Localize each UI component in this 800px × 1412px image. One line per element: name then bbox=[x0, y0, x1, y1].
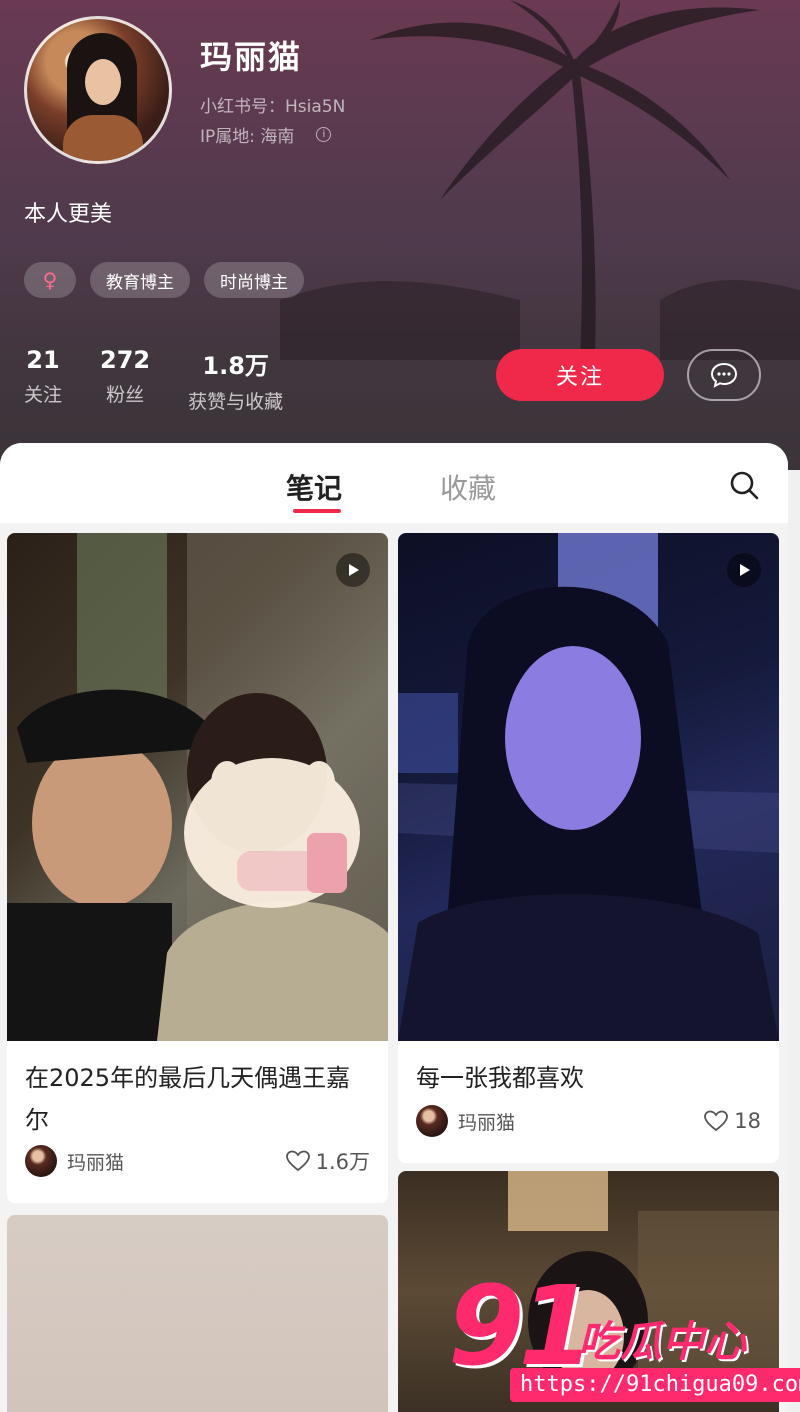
video-play-icon bbox=[727, 553, 761, 587]
note-photo-people bbox=[7, 533, 388, 1041]
ip-location-row: IP属地: 海南 i bbox=[200, 122, 332, 147]
note-card[interactable]: 每一张我都喜欢 玛丽猫 18 bbox=[398, 533, 779, 1163]
like-count: 18 bbox=[734, 1109, 761, 1133]
watermark-text: 吃瓜中心 bbox=[578, 1317, 747, 1366]
tag-education[interactable]: 教育博主 bbox=[90, 262, 190, 298]
note-footer: 玛丽猫 18 bbox=[416, 1105, 761, 1137]
watermark-url: https://91chigua09.com bbox=[510, 1368, 800, 1402]
note-footer: 玛丽猫 1.6万 bbox=[25, 1145, 370, 1177]
like-button[interactable]: 1.6万 bbox=[285, 1146, 370, 1176]
note-card[interactable]: 在2025年的最后几天偶遇王嘉尔 玛丽猫 1.6万 bbox=[7, 533, 388, 1203]
note-title[interactable]: 每一张我都喜欢 bbox=[398, 1041, 779, 1099]
tab-notes[interactable]: 笔记 bbox=[286, 467, 342, 507]
palm-tree-background bbox=[280, 0, 800, 360]
stat-likes-collects[interactable]: 1.8万 获赞与收藏 bbox=[188, 346, 283, 414]
tab-bar: 笔记 收藏 bbox=[0, 443, 788, 523]
xhs-id: 小红书号：Hsia5N bbox=[200, 97, 346, 117]
note-author[interactable]: 玛丽猫 bbox=[416, 1105, 515, 1137]
stat-followers-label: 粉丝 bbox=[106, 384, 145, 406]
author-name: 玛丽猫 bbox=[458, 1111, 516, 1134]
note-author[interactable]: 玛丽猫 bbox=[25, 1145, 124, 1177]
profile-tags: ♀ 教育博主 时尚博主 bbox=[24, 262, 304, 298]
profile-bio: 本人更美 bbox=[24, 202, 113, 227]
like-button[interactable]: 18 bbox=[704, 1109, 761, 1133]
heart-icon bbox=[704, 1110, 729, 1132]
profile-name: 玛丽猫 bbox=[200, 38, 303, 76]
stat-following-label: 关注 bbox=[24, 384, 63, 406]
note-title[interactable]: 在2025年的最后几天偶遇王嘉尔 bbox=[7, 1041, 388, 1141]
author-name: 玛丽猫 bbox=[67, 1151, 125, 1174]
note-cover-image[interactable] bbox=[398, 533, 779, 1041]
author-avatar bbox=[416, 1105, 448, 1137]
follow-button[interactable]: 关注 bbox=[496, 349, 664, 401]
video-play-icon bbox=[336, 553, 370, 587]
info-icon[interactable]: i bbox=[316, 127, 332, 142]
note-cover-image[interactable] bbox=[7, 1215, 388, 1412]
stat-followers[interactable]: 272 粉丝 bbox=[100, 346, 150, 414]
note-cover-image[interactable] bbox=[7, 533, 388, 1041]
chat-bubble-icon bbox=[710, 362, 738, 388]
search-icon[interactable] bbox=[728, 469, 760, 501]
profile-avatar[interactable] bbox=[24, 16, 172, 164]
message-button[interactable] bbox=[687, 349, 761, 401]
stat-likes-count: 1.8万 bbox=[202, 352, 269, 380]
stat-followers-count: 272 bbox=[100, 346, 151, 374]
stat-following-count: 21 bbox=[26, 346, 60, 374]
profile-page: 玛丽猫 小红书号：Hsia5N IP属地: 海南 i 本人更美 ♀ 教育博主 时… bbox=[0, 0, 800, 1412]
heart-icon bbox=[285, 1150, 310, 1172]
author-avatar bbox=[25, 1145, 57, 1177]
tag-fashion[interactable]: 时尚博主 bbox=[204, 262, 304, 298]
like-count: 1.6万 bbox=[315, 1150, 370, 1174]
sticker-cat bbox=[184, 758, 360, 908]
ip-location: IP属地: 海南 bbox=[200, 127, 295, 147]
note-photo-partial bbox=[7, 1215, 388, 1412]
gender-female-icon: ♀ bbox=[24, 262, 76, 298]
note-card[interactable] bbox=[7, 1215, 388, 1412]
stat-likes-label: 获赞与收藏 bbox=[188, 391, 284, 413]
watermark: 91 吃瓜中心 https://91chigua09.com bbox=[448, 1262, 800, 1402]
content-panel: 笔记 收藏 在2025年的最后几天偶遇王嘉尔 玛丽猫 1.6万 每一张我都喜欢 … bbox=[0, 443, 788, 1412]
stat-following[interactable]: 21 关注 bbox=[24, 346, 62, 414]
profile-stats: 21 关注 272 粉丝 1.8万 获赞与收藏 bbox=[24, 346, 283, 414]
note-photo-selfie bbox=[398, 533, 779, 1041]
profile-header: 玛丽猫 小红书号：Hsia5N IP属地: 海南 i 本人更美 ♀ 教育博主 时… bbox=[0, 0, 800, 470]
active-tab-indicator bbox=[293, 509, 341, 513]
tab-collections[interactable]: 收藏 bbox=[440, 467, 496, 507]
